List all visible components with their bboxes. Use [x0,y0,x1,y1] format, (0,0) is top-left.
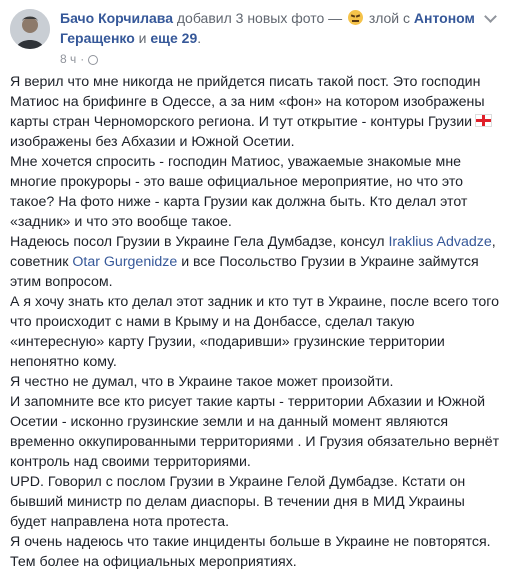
post-line: этим вопросом. [10,274,113,290]
post-line: карты стран Черноморского региона. И тут… [10,112,496,132]
post-line: что происходит с нами в Крыму и на Донба… [10,314,415,330]
tagged-person-link[interactable]: Антоном [414,10,475,26]
post-line: Осетии - исконно грузинские земли и на д… [10,414,449,430]
post-line: И запомните все кто рисует такие карты -… [10,394,486,410]
avatar[interactable] [10,9,50,49]
post-line: Я честно не думал, что в Украине такое м… [10,374,394,390]
post-line: А я хочу знать кто делал этот задник и к… [10,294,499,310]
others-link[interactable]: еще 29 [150,30,197,46]
post-line: Я очень надеюсь что такие инциденты боль… [10,534,491,550]
post-line: Матиос на брифинге в Одессе, а за ним «ф… [10,94,485,110]
chevron-down-icon[interactable] [484,12,496,24]
action-text: добавил 3 новых фото — [173,10,347,26]
post-line: UPD. Говорил с послом Грузии в Украине Г… [10,474,466,490]
post-line: непонятно кому. [10,354,117,370]
post-line: Надеюсь посол Грузии в Украине Гела Думб… [10,234,496,250]
post-line: бывший министр по делам диаспоры. В тече… [10,494,465,510]
post-line: «интересную» карту Грузии, «подаривши» г… [10,334,445,350]
post-line: временно оккупированными территориями . … [10,434,500,450]
post-line: Тем более на официальных мероприятиях. [10,554,297,570]
mention-link-iraklius-advadze[interactable]: Iraklius Advadze [388,234,491,250]
post-line: Мне хочется спросить - господин Матиос, … [10,154,462,170]
and-text: и [134,30,151,46]
post-time-link[interactable]: 8 ч [60,52,76,66]
post-line: такое? На фото ниже - карта Грузии как д… [10,194,468,210]
feeling-text: злой с [365,10,414,26]
globe-icon[interactable] [88,55,99,65]
post-line: контроль над своими территориями. [10,454,251,470]
post-line: «задник» и что это вообще такое. [10,214,232,230]
georgia-flag-icon [475,114,493,127]
facebook-post: Бачо Корчилава добавил 3 новых фото — зл… [0,0,506,570]
post-meta: 8 ч · [60,52,99,66]
post-body: Я верил что мне никогда не прийдется пис… [10,72,500,572]
post-header: Бачо Корчилава добавил 3 новых фото — зл… [10,6,476,66]
post-line: советник Otar Gurgenidze и все Посольств… [10,254,479,270]
post-line: Я верил что мне никогда не прийдется пис… [10,74,481,90]
post-line: изображены без Абхазии и Южной Осетии. [10,134,295,150]
post-line: будет направлена нота протеста. [10,514,230,530]
post-line: многие прокуроры - это ваше официальное … [10,174,464,190]
mention-link-otar-gurgenidze[interactable]: Otar Gurgenidze [72,254,177,270]
angry-face-emoji-icon [348,10,364,25]
period-text: . [197,30,202,46]
post-headline: Бачо Корчилава добавил 3 новых фото — зл… [60,8,476,48]
tagged-person-link-line2[interactable]: Геращенко [60,30,135,46]
author-name-link[interactable]: Бачо Корчилава [60,10,173,26]
